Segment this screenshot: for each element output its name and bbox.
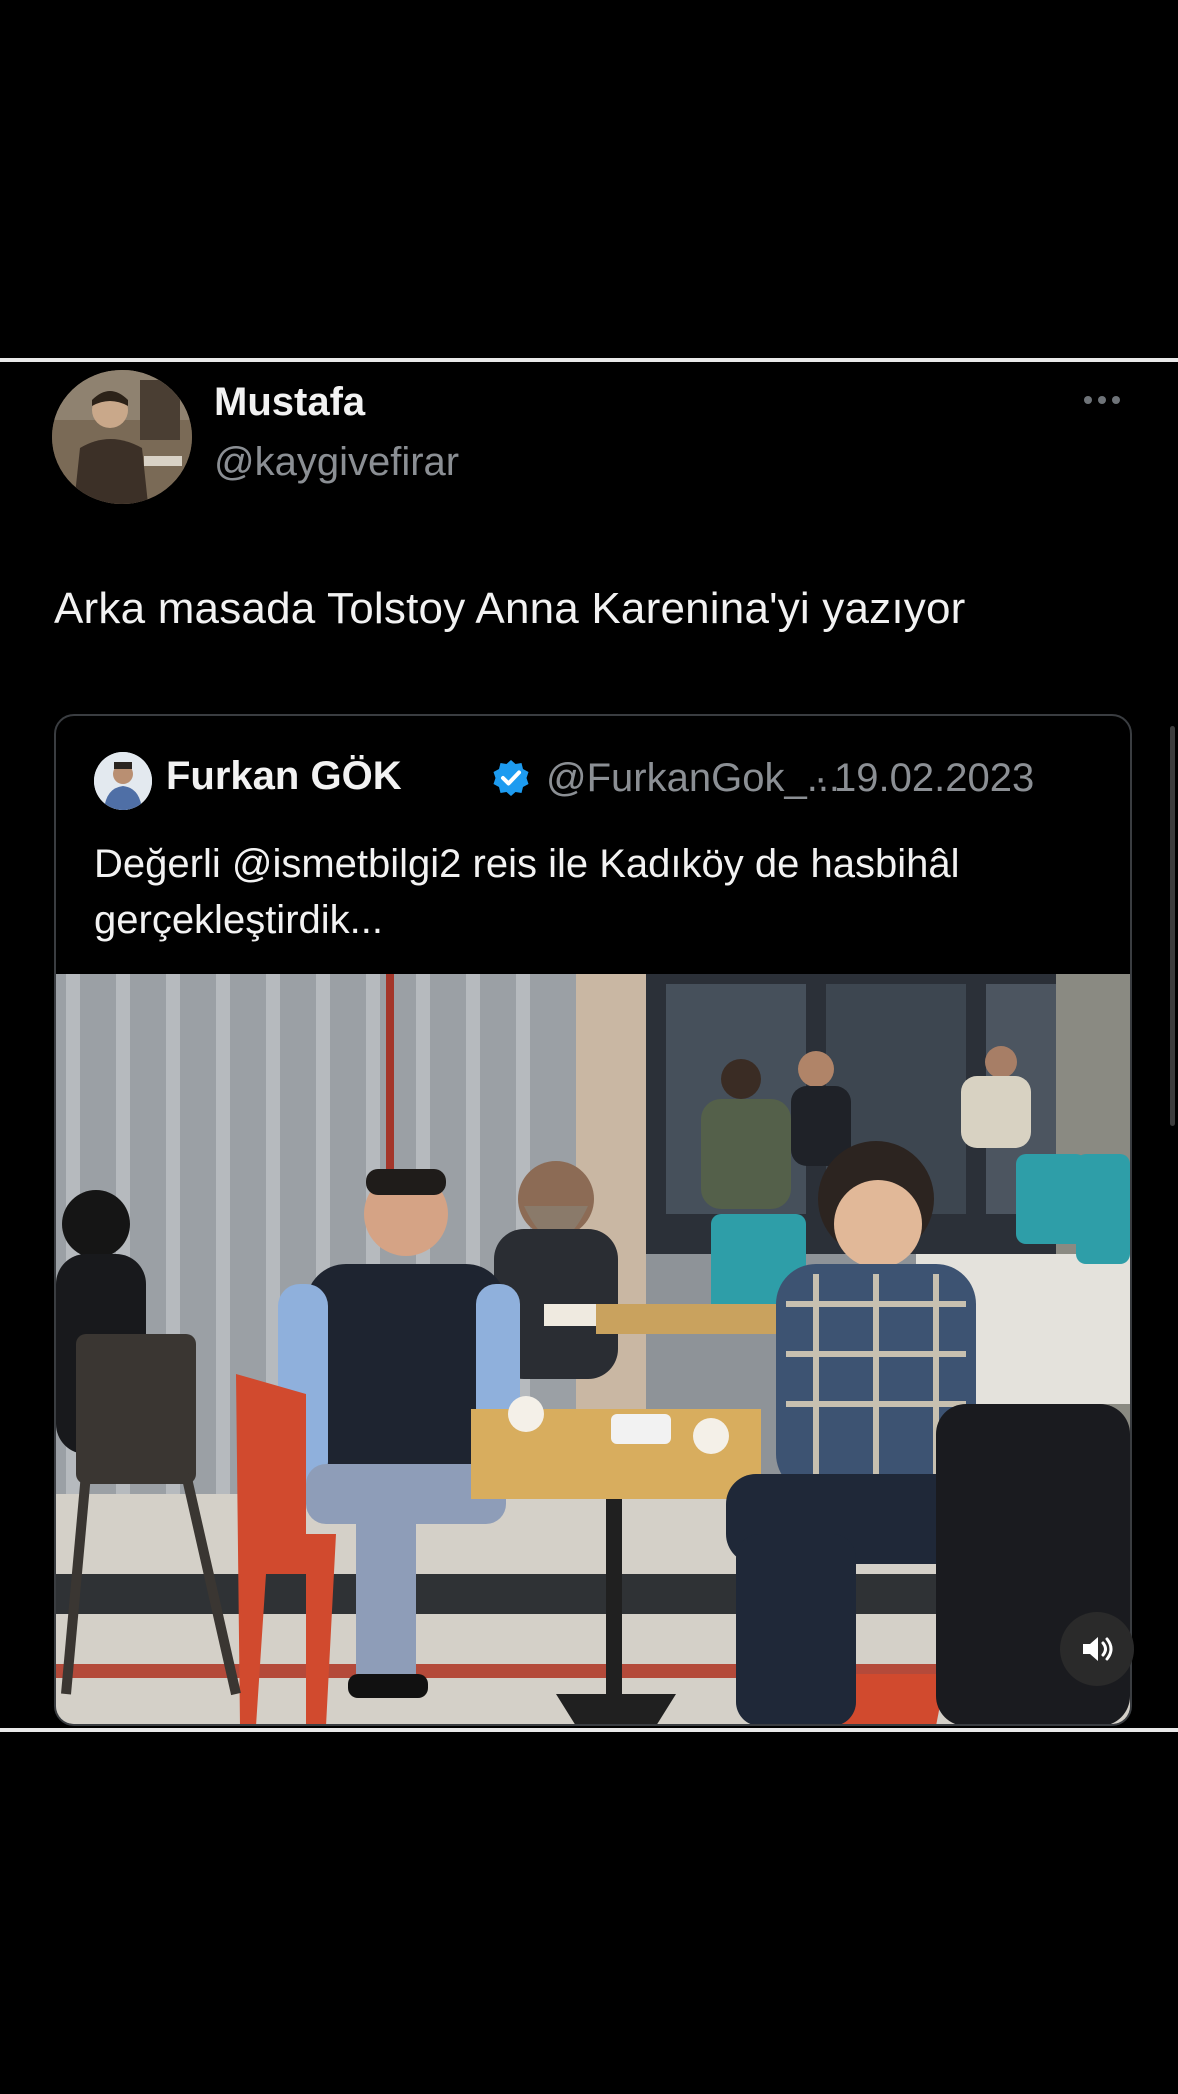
quoted-author-handle[interactable]: @FurkanGok_... (546, 756, 840, 801)
bottom-divider (0, 1728, 1178, 1732)
quoted-author-avatar[interactable] (94, 752, 152, 810)
verified-badge-icon (490, 758, 532, 800)
tweet-text: Arka masada Tolstoy Anna Karenina'yi yaz… (54, 584, 966, 633)
quoted-tweet[interactable]: Furkan GÖK @FurkanGok_... · 19.02.2023 D… (54, 714, 1132, 1726)
separator-dot: · (814, 756, 828, 800)
author-name[interactable]: Mustafa (214, 380, 365, 425)
author-handle[interactable]: @kaygivefirar (214, 440, 459, 485)
volume-icon[interactable] (1060, 1612, 1134, 1686)
quoted-text: Değerli @ismetbilgi2 reis ile Kadıköy de… (94, 842, 960, 942)
more-icon[interactable] (1084, 392, 1128, 408)
quoted-date[interactable]: 19.02.2023 (834, 756, 1034, 801)
quoted-photo[interactable] (56, 974, 1130, 1724)
quoted-author-name[interactable]: Furkan GÖK (166, 754, 402, 799)
top-letterbox (0, 0, 1178, 360)
author-avatar[interactable] (52, 370, 192, 504)
scrollbar[interactable] (1170, 726, 1175, 1126)
tweet-card[interactable]: Mustafa @kaygivefirar Arka masada Tolsto… (0, 362, 1178, 1728)
